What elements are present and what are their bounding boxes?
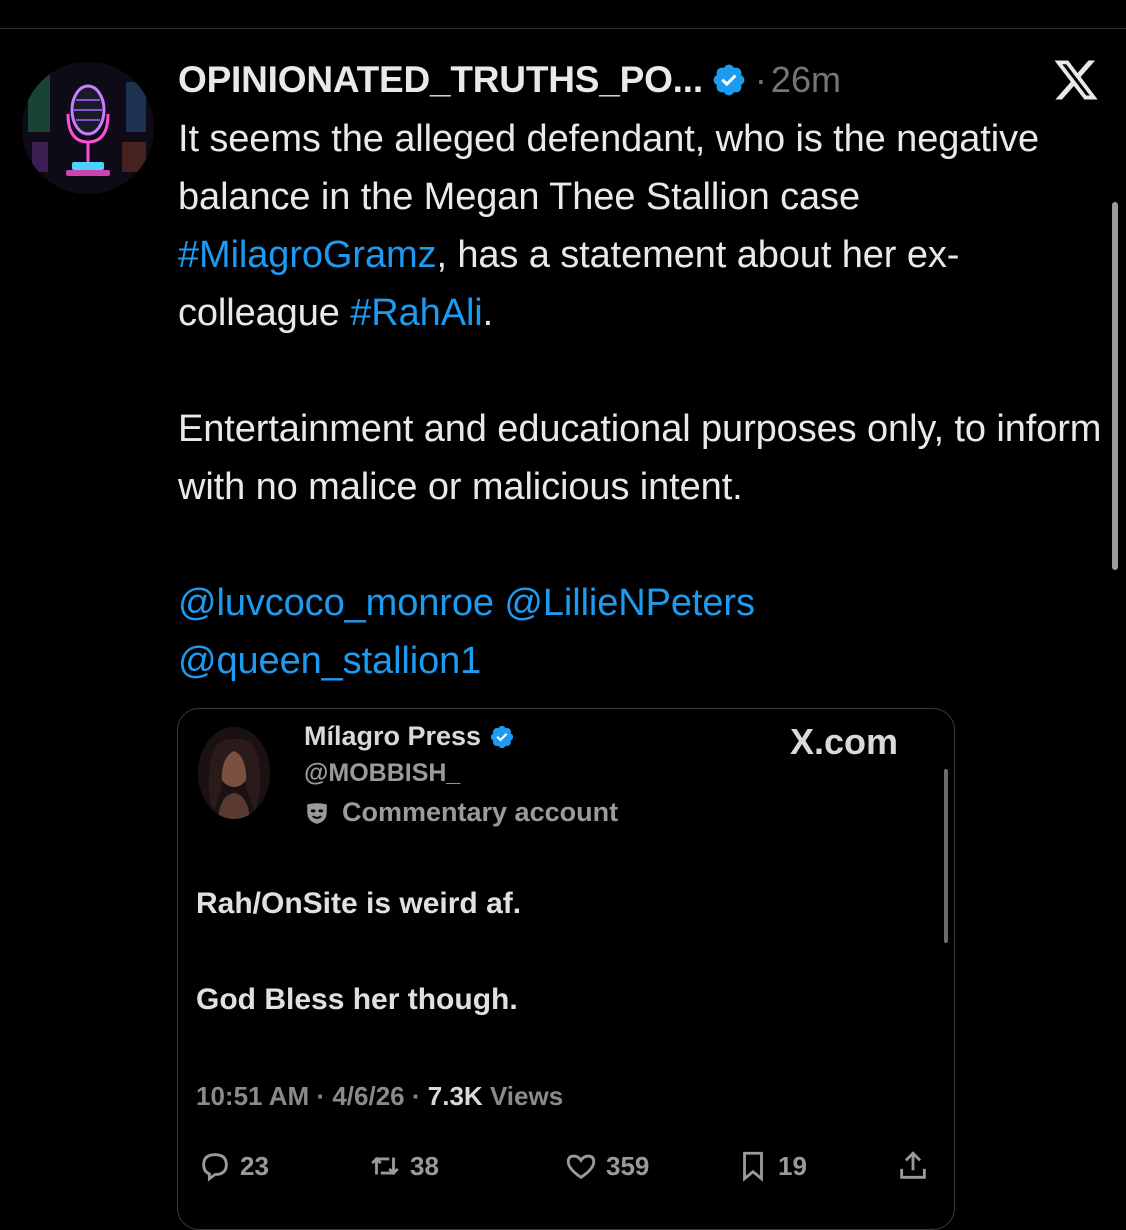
verified-badge-icon — [713, 64, 745, 96]
repost-count: 38 — [410, 1150, 439, 1181]
tweet-paragraph-1: It seems the alleged defendant, who is t… — [178, 110, 1108, 342]
embedded-views-label: Views — [489, 1081, 564, 1111]
hashtag-rahali[interactable]: #RahAli — [350, 292, 482, 334]
mention-lillienpeters[interactable]: @LillieNPeters — [504, 582, 755, 624]
embedded-meta-separator: · — [411, 1081, 421, 1111]
embedded-meta: 10:51 AM · 4/6/26 · 7.3K Views — [196, 1081, 563, 1112]
like-count: 359 — [606, 1150, 650, 1181]
bookmark-count: 19 — [778, 1150, 807, 1181]
embedded-reply: 23 — [198, 1149, 269, 1183]
embedded-handle: @MOBBISH_ — [304, 759, 461, 787]
top-divider — [0, 28, 1126, 29]
embedded-views-count: 7.3K — [427, 1081, 483, 1111]
embedded-scrollbar — [944, 769, 948, 943]
repost-icon — [371, 1156, 399, 1176]
embedded-action-bar: 23 38 359 19 — [196, 1149, 936, 1189]
heart-icon — [566, 1154, 596, 1180]
header-separator: · — [754, 59, 767, 100]
embedded-name: Mílagro Press — [304, 721, 515, 752]
tweet-text-part1: It seems the alleged defendant, who is t… — [178, 118, 1040, 218]
tweet-paragraph-2: Entertainment and educational purposes o… — [178, 408, 1102, 508]
embedded-image-card[interactable]: Mílagro Press @MOBBISH_ Commentary accou… — [177, 708, 955, 1230]
mention-queen-stallion1[interactable]: @queen_stallion1 — [178, 640, 481, 682]
reply-count: 23 — [240, 1150, 269, 1181]
embedded-text-line2: God Bless her though. — [196, 983, 518, 1016]
commentary-label-text: Commentary account — [342, 797, 619, 827]
embedded-name-text: Mílagro Press — [304, 721, 482, 751]
reply-icon — [202, 1153, 228, 1182]
embedded-bookmark: 19 — [736, 1149, 807, 1183]
embedded-text-line1: Rah/OnSite is weird af. — [196, 887, 522, 920]
verified-badge-icon — [490, 725, 514, 748]
tweet-header: OPINIONATED_TRUTHS_PO... · 26m — [178, 52, 841, 108]
bookmark-icon — [743, 1151, 763, 1182]
embedded-time: 10:51 AM — [196, 1081, 310, 1111]
commentary-label: Commentary account — [304, 797, 618, 828]
tweet-text-part3: . — [482, 292, 494, 334]
mention-luvcoco-monroe[interactable]: @luvcoco_monroe — [178, 582, 494, 624]
scrollbar[interactable] — [1112, 202, 1118, 570]
hashtag-milagrogramz[interactable]: #MilagroGramz — [178, 234, 437, 276]
author-display-name[interactable]: OPINIONATED_TRUTHS_PO... — [178, 59, 703, 101]
embedded-meta-separator: · — [316, 1081, 326, 1111]
person-avatar-image — [198, 727, 270, 819]
embedded-repost: 38 — [368, 1149, 439, 1183]
embedded-date: 4/6/26 — [332, 1081, 405, 1111]
embedded-avatar — [198, 727, 270, 819]
source-label: X.com — [790, 721, 899, 762]
x-logo-icon[interactable] — [1052, 56, 1100, 104]
share-icon — [900, 1151, 926, 1179]
microphone-avatar-image — [22, 62, 154, 194]
tweet-mentions: @luvcoco_monroe @LillieNPeters @queen_sta… — [178, 574, 1108, 690]
embedded-like: 359 — [564, 1149, 649, 1183]
tweet-text: It seems the alleged defendant, who is t… — [178, 110, 1108, 690]
tweet-time[interactable]: 26m — [771, 59, 841, 101]
embedded-share — [896, 1149, 938, 1183]
author-avatar[interactable] — [22, 62, 154, 194]
mask-icon — [307, 802, 327, 824]
